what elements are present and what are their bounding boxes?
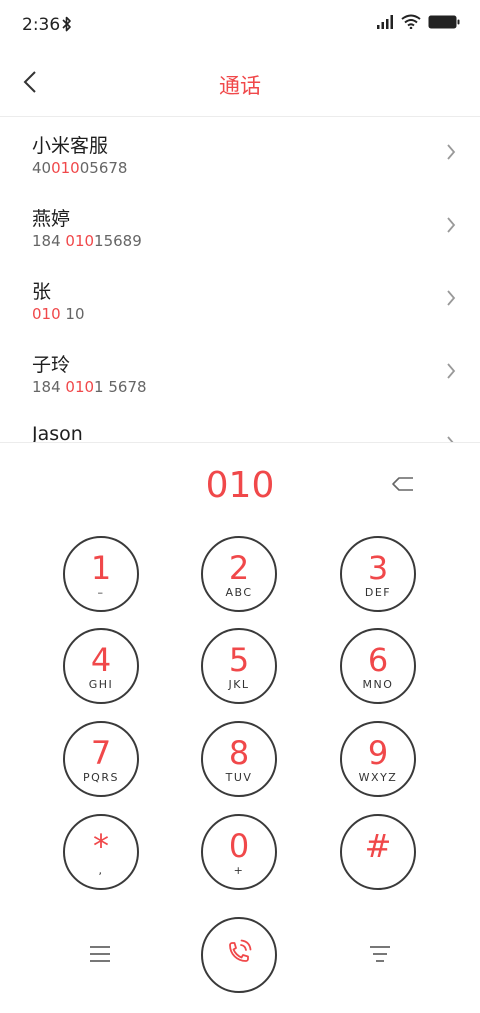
key-digit: 7 — [90, 734, 112, 772]
contact-item[interactable]: Jason — [0, 409, 480, 442]
contact-item[interactable]: 子玲 184 0101 5678 — [0, 336, 480, 409]
key-9[interactable]: 9 WXYZ — [340, 721, 416, 797]
bluetooth-icon — [62, 15, 72, 37]
key-3[interactable]: 3 DEF — [340, 536, 416, 612]
more-icon — [366, 946, 394, 970]
number-prefix: 184 — [32, 232, 66, 250]
number-suffix: 15689 — [94, 232, 142, 250]
battery-icon — [428, 14, 460, 33]
number-match: 010 — [65, 378, 95, 396]
call-button[interactable] — [201, 917, 277, 993]
key-2[interactable]: 2 ABC — [201, 536, 277, 612]
key-letters: ABC — [225, 586, 253, 599]
key-hash[interactable]: # — [340, 814, 416, 890]
key-4[interactable]: 4 GHI — [63, 628, 139, 704]
menu-button[interactable] — [86, 942, 114, 966]
status-icons — [376, 14, 460, 33]
key-digit: 2 — [228, 549, 250, 587]
number-match: 010 — [51, 159, 80, 177]
key-digit: 5 — [228, 641, 250, 679]
key-star[interactable]: * , — [63, 814, 139, 890]
key-digit: 4 — [90, 641, 112, 679]
wifi-icon — [401, 14, 421, 33]
chevron-right-icon — [446, 143, 456, 165]
key-0[interactable]: 0 + — [201, 814, 277, 890]
contact-number: 010 10 — [32, 305, 85, 323]
contact-name: 子玲 — [32, 354, 71, 376]
number-suffix: 1 5678 — [94, 378, 147, 396]
signal-icon — [376, 14, 394, 33]
contact-number: 184 0101 5678 — [32, 378, 147, 396]
contact-item[interactable]: 燕婷 184 01015689 — [0, 190, 480, 263]
key-digit: * — [93, 827, 109, 865]
backspace-button[interactable] — [386, 472, 420, 500]
menu-icon — [86, 946, 114, 970]
key-digit: 9 — [367, 734, 389, 772]
contact-name: 张 — [32, 281, 52, 303]
key-digit: 3 — [367, 549, 389, 587]
key-digit: 0 — [228, 827, 250, 865]
header: 通话 — [0, 56, 480, 112]
number-match: 010 — [32, 305, 61, 323]
contact-number: 184 01015689 — [32, 232, 142, 250]
key-letters: DEF — [364, 586, 392, 599]
key-letters: JKL — [228, 678, 250, 691]
contact-item[interactable]: 张 010 10 — [0, 263, 480, 336]
key-5[interactable]: 5 JKL — [201, 628, 277, 704]
contact-name: Jason — [32, 423, 83, 442]
chevron-right-icon — [446, 362, 456, 384]
phone-call-icon — [222, 936, 256, 974]
number-prefix: 40 — [32, 159, 52, 177]
page-title: 通话 — [219, 74, 261, 98]
number-suffix: 05678 — [79, 159, 128, 177]
contact-number: 4001005678 — [32, 159, 127, 177]
status-bar: 2:36 — [0, 0, 480, 52]
key-digit: 8 — [228, 734, 250, 772]
key-letters: , — [98, 864, 104, 877]
more-button[interactable] — [366, 942, 394, 966]
chevron-right-icon — [446, 289, 456, 311]
contact-name: 小米客服 — [32, 135, 109, 157]
key-letters: GHI — [88, 678, 114, 691]
key-letters: MNO — [362, 678, 394, 691]
key-letters: – — [97, 586, 105, 599]
number-suffix: 10 — [60, 305, 85, 323]
key-digit: 1 — [90, 549, 112, 587]
key-digit: 6 — [367, 641, 389, 679]
key-letters: + — [233, 864, 245, 877]
contact-list[interactable]: 小米客服 4001005678 燕婷 184 01015689 张 010 10… — [0, 117, 480, 442]
contact-name: 燕婷 — [32, 208, 71, 230]
chevron-right-icon — [446, 216, 456, 238]
key-letters: PQRS — [83, 771, 119, 784]
number-prefix: 184 — [32, 378, 66, 396]
key-6[interactable]: 6 MNO — [340, 628, 416, 704]
key-letters: WXYZ — [358, 771, 398, 784]
key-1[interactable]: 1 – — [63, 536, 139, 612]
backspace-icon — [391, 476, 415, 496]
key-digit: # — [364, 827, 392, 865]
number-match: 010 — [65, 232, 95, 250]
chevron-right-icon — [446, 435, 456, 442]
divider — [0, 442, 480, 443]
status-time: 2:36 — [22, 15, 61, 35]
key-7[interactable]: 7 PQRS — [63, 721, 139, 797]
key-8[interactable]: 8 TUV — [201, 721, 277, 797]
key-letters: TUV — [225, 771, 253, 784]
contact-item[interactable]: 小米客服 4001005678 — [0, 117, 480, 190]
